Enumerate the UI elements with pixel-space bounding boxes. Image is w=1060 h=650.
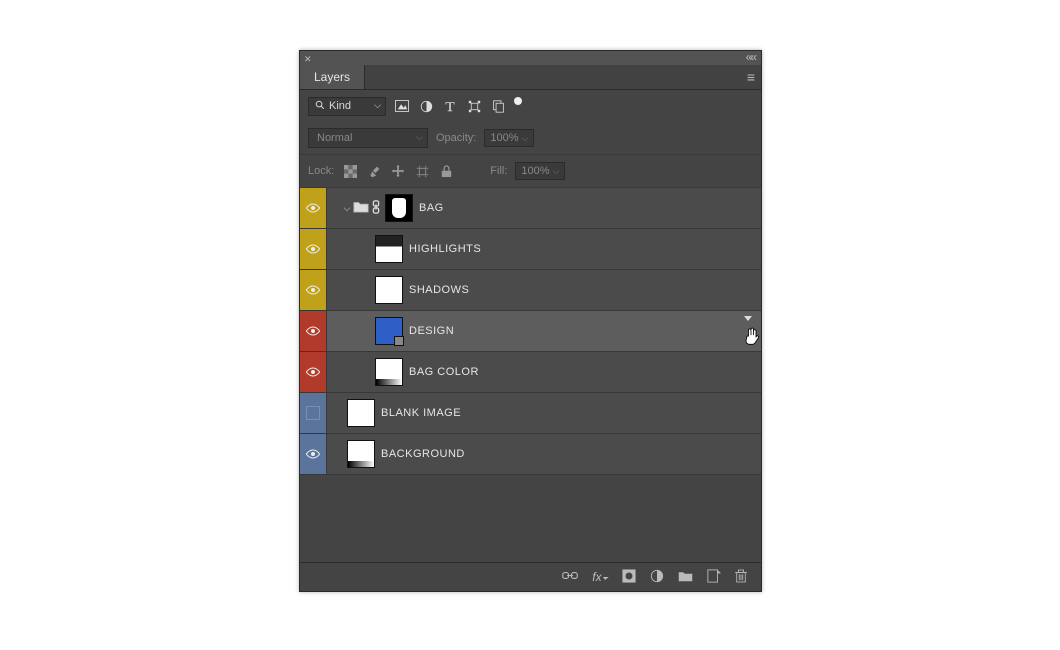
new-layer-icon[interactable] (707, 569, 721, 586)
filter-type-icon[interactable] (442, 98, 458, 114)
layer-mask[interactable] (385, 194, 413, 222)
folder-icon (353, 200, 369, 216)
chevron-down-icon: ⌵ (416, 132, 423, 143)
layer-row-highlights[interactable]: HIGHLIGHTS (300, 229, 761, 270)
visibility-icon[interactable] (305, 243, 321, 255)
lock-transparency-icon[interactable] (342, 163, 358, 179)
lock-paint-icon[interactable] (366, 163, 382, 179)
color-tag[interactable] (300, 188, 327, 228)
panel-footer: fx⏷ (300, 562, 761, 591)
lock-label: Lock: (308, 165, 334, 177)
visibility-icon[interactable] (305, 325, 321, 337)
layer-name[interactable]: SHADOWS (409, 284, 469, 296)
filter-pixel-icon[interactable] (394, 98, 410, 114)
opacity-label: Opacity: (436, 132, 476, 144)
chevron-down-icon: ⌵ (522, 133, 529, 144)
tab-layers[interactable]: Layers (300, 65, 365, 89)
layer-thumbnail[interactable] (375, 235, 403, 263)
fx-icon[interactable]: fx⏷ (592, 570, 608, 584)
panel-titlebar[interactable]: ✕ «« (300, 51, 761, 65)
layer-name[interactable]: BAG COLOR (409, 366, 479, 378)
filter-row: Kind ⌵ (300, 90, 761, 122)
color-tag[interactable] (300, 393, 327, 433)
blend-mode-select[interactable]: Normal ⌵ (308, 128, 428, 148)
lock-row: Lock: Fill: 100% ⌵ (300, 155, 761, 188)
adjustment-layer-icon[interactable] (650, 569, 664, 586)
disclosure-icon[interactable]: ⌵ (341, 203, 353, 214)
layer-thumbnail[interactable] (375, 317, 403, 345)
layer-thumbnail[interactable] (347, 399, 375, 427)
lock-position-icon[interactable] (390, 163, 406, 179)
blend-mode-label: Normal (317, 132, 352, 144)
chevron-down-icon: ⌵ (553, 166, 560, 177)
opacity-value: 100% (490, 132, 518, 144)
color-tag[interactable] (300, 352, 327, 392)
layer-thumbnail[interactable] (375, 358, 403, 386)
search-icon (315, 100, 325, 113)
color-tag[interactable] (300, 311, 327, 351)
chevron-down-icon: ⌵ (374, 100, 381, 111)
layers-panel: ✕ «« Layers ≡ Kind ⌵ Normal ⌵ Opacity: 1… (299, 50, 762, 592)
panel-menu-icon[interactable]: ≡ (741, 69, 761, 85)
panel-tabs: Layers ≡ (300, 65, 761, 90)
layer-name[interactable]: DESIGN (409, 325, 454, 337)
visibility-icon[interactable] (305, 366, 321, 378)
layer-thumbnail[interactable] (375, 276, 403, 304)
layer-row-blankimage[interactable]: BLANK IMAGE (300, 393, 761, 434)
blend-row: Normal ⌵ Opacity: 100% ⌵ (300, 122, 761, 155)
color-tag[interactable] (300, 270, 327, 310)
filter-smart-icon[interactable] (490, 98, 506, 114)
link-layers-icon[interactable] (562, 570, 578, 584)
layer-row-bag[interactable]: ⌵ BAG (300, 188, 761, 229)
visibility-icon[interactable] (305, 448, 321, 460)
filter-kind-label: Kind (329, 100, 351, 112)
layer-list: ⌵ BAG HIGHLIGHTS SHADOWS DESIGN (300, 188, 761, 475)
filter-shape-icon[interactable] (466, 98, 482, 114)
link-icon (371, 200, 381, 217)
layer-name[interactable]: BACKGROUND (381, 448, 465, 460)
lock-all-icon[interactable] (438, 163, 454, 179)
fill-input[interactable]: 100% ⌵ (515, 162, 565, 180)
layer-row-bagcolor[interactable]: BAG COLOR (300, 352, 761, 393)
close-icon[interactable]: ✕ (304, 54, 312, 65)
new-group-icon[interactable] (678, 570, 693, 585)
layer-name[interactable]: HIGHLIGHTS (409, 243, 481, 255)
layer-row-background[interactable]: BACKGROUND (300, 434, 761, 475)
color-tag[interactable] (300, 434, 327, 474)
filter-adjustment-icon[interactable] (418, 98, 434, 114)
visibility-icon[interactable] (305, 202, 321, 214)
add-mask-icon[interactable] (622, 569, 636, 586)
delete-icon[interactable] (735, 569, 747, 586)
fill-value: 100% (521, 165, 549, 177)
visibility-icon[interactable] (305, 284, 321, 296)
layer-name[interactable]: BAG (419, 202, 444, 214)
color-tag[interactable] (300, 229, 327, 269)
layer-row-design[interactable]: DESIGN (300, 311, 761, 352)
layer-name[interactable]: BLANK IMAGE (381, 407, 461, 419)
fill-label: Fill: (490, 165, 507, 177)
opacity-input[interactable]: 100% ⌵ (484, 129, 534, 147)
layer-row-shadows[interactable]: SHADOWS (300, 270, 761, 311)
filter-kind-select[interactable]: Kind ⌵ (308, 97, 386, 116)
collapse-icon[interactable]: «« (746, 50, 755, 64)
layer-thumbnail[interactable] (347, 440, 375, 468)
lock-artboard-icon[interactable] (414, 163, 430, 179)
filter-toggle[interactable] (514, 97, 522, 105)
visibility-off-icon[interactable] (306, 406, 320, 420)
